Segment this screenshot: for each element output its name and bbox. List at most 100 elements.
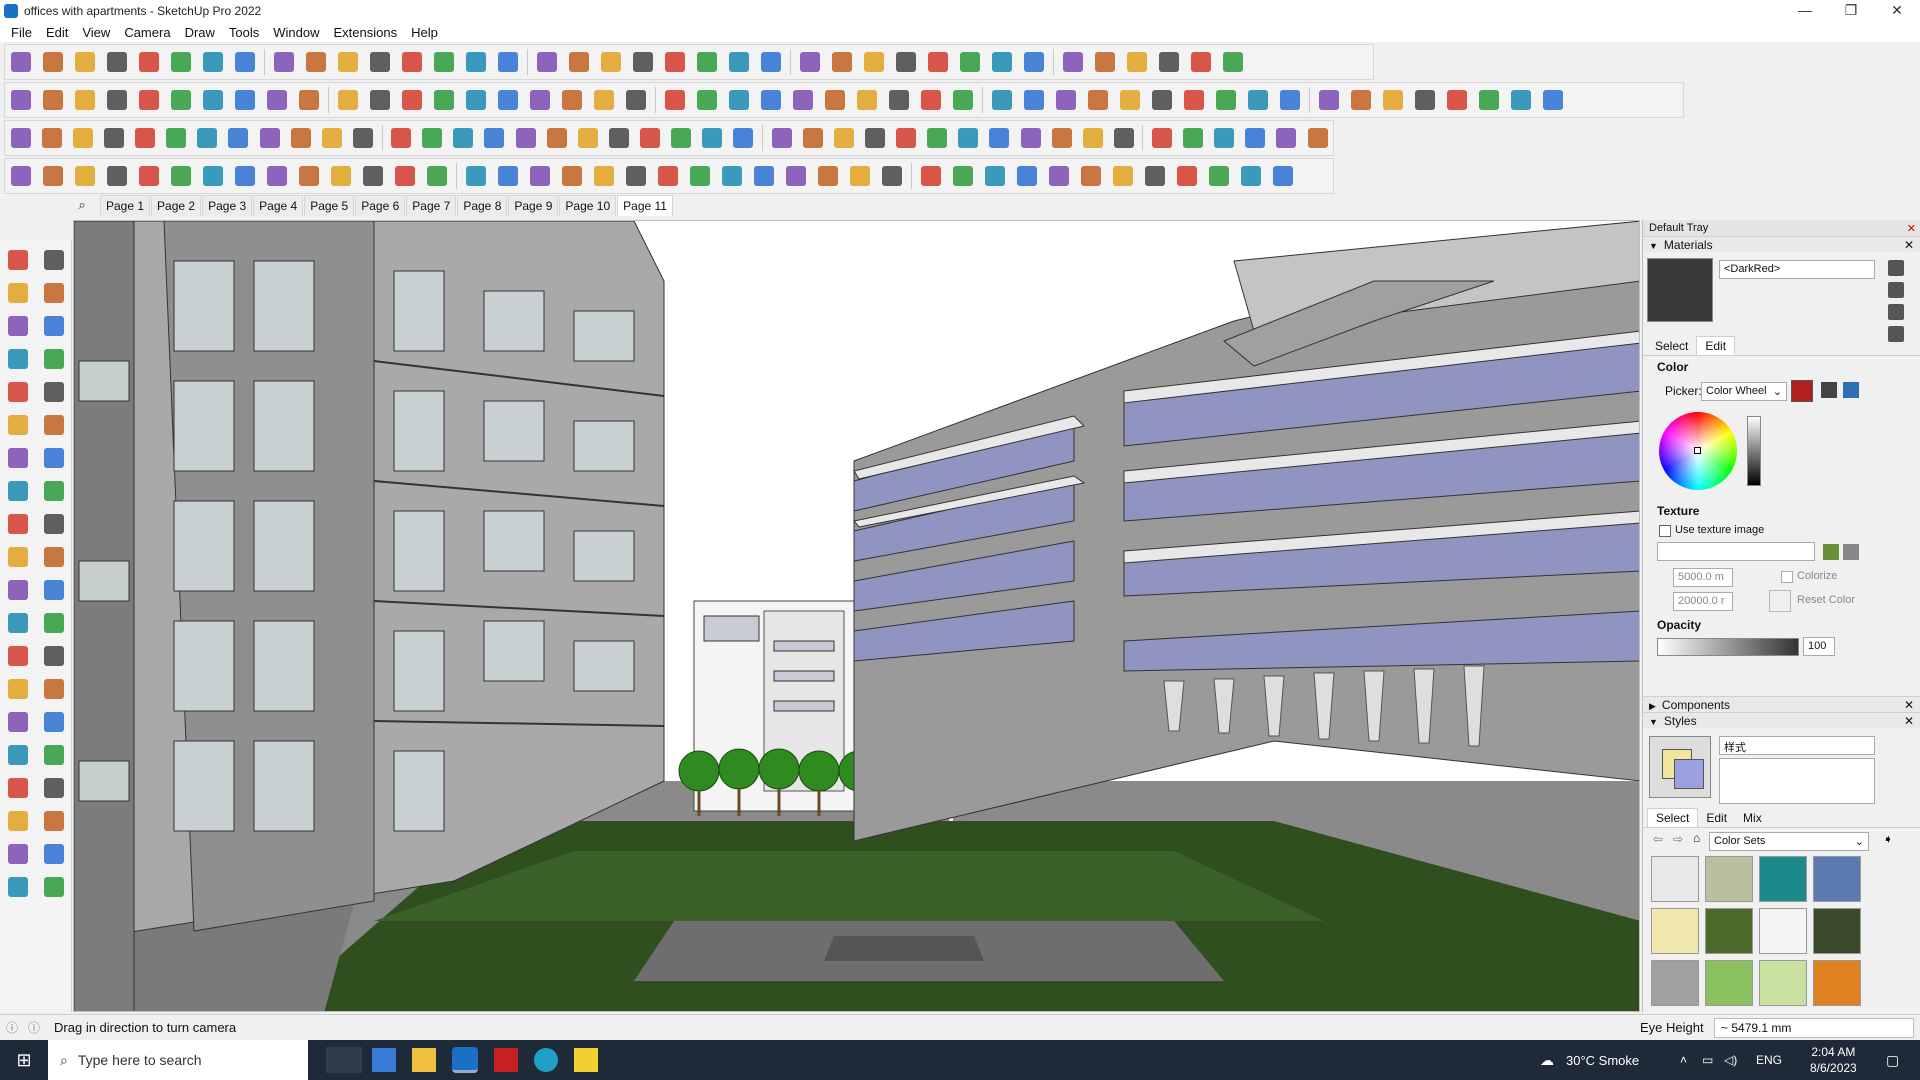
scene-tab-page-4[interactable]: Page 4 <box>253 194 304 216</box>
toolbar-tool-icon[interactable] <box>493 85 523 115</box>
toolbar-tool-icon[interactable] <box>1172 161 1202 191</box>
toolbar-tool-icon[interactable] <box>604 123 633 153</box>
toolbar-tool-icon[interactable] <box>480 123 509 153</box>
materials-tab-select[interactable]: Select <box>1647 337 1696 355</box>
toolbar-tool-icon[interactable] <box>286 123 315 153</box>
toolbar-tool-icon[interactable] <box>301 47 331 77</box>
style-collection-select[interactable]: Color Sets ⌄ <box>1709 832 1869 851</box>
home-icon[interactable]: ⌂ <box>1693 831 1700 845</box>
toolbar-tool-icon[interactable] <box>859 47 889 77</box>
toolbar-tool-icon[interactable] <box>317 123 346 153</box>
toolbar-tool-icon[interactable] <box>596 47 626 77</box>
edit-texture-icon[interactable] <box>1843 544 1859 560</box>
left-palette-tool-icon[interactable] <box>38 344 70 374</box>
left-palette-tool-icon[interactable] <box>2 641 34 671</box>
paint-bucket-icon[interactable] <box>1888 326 1904 342</box>
toolbar-tool-icon[interactable] <box>365 85 395 115</box>
brightness-slider[interactable] <box>1747 416 1761 486</box>
left-palette-tool-icon[interactable] <box>38 575 70 605</box>
toolbar-tool-icon[interactable] <box>429 47 459 77</box>
toolbar-tool-icon[interactable] <box>729 123 758 153</box>
toolbar-tool-icon[interactable] <box>365 47 395 77</box>
toolbar-tool-icon[interactable] <box>1241 123 1270 153</box>
toolbar-tool-icon[interactable] <box>1078 123 1107 153</box>
toolbar-tool-icon[interactable] <box>461 85 491 115</box>
left-palette-tool-icon[interactable] <box>2 542 34 572</box>
toolbar-tool-icon[interactable] <box>660 85 690 115</box>
toolbar-tool-icon[interactable] <box>767 123 796 153</box>
toolbar-tool-icon[interactable] <box>884 85 914 115</box>
color-wheel[interactable] <box>1659 412 1737 490</box>
measurement-field[interactable]: ~ 5479.1 mm <box>1714 1018 1914 1038</box>
scene-tab-page-5[interactable]: Page 5 <box>304 194 355 216</box>
toolbar-tool-icon[interactable] <box>781 161 811 191</box>
sketchup-taskbar-icon[interactable] <box>452 1047 478 1073</box>
left-palette-tool-icon[interactable] <box>38 245 70 275</box>
left-palette-tool-icon[interactable] <box>38 476 70 506</box>
toolbar-tool-icon[interactable] <box>38 161 68 191</box>
toolbar-tool-icon[interactable] <box>877 161 907 191</box>
toolbar-tool-icon[interactable] <box>573 123 602 153</box>
toolbar-tool-icon[interactable] <box>37 123 66 153</box>
toolbar-tool-icon[interactable] <box>724 47 754 77</box>
style-thumbnail[interactable] <box>1651 960 1699 1006</box>
toolbar-tool-icon[interactable] <box>269 47 299 77</box>
left-palette-tool-icon[interactable] <box>38 740 70 770</box>
toolbar-tool-icon[interactable] <box>1140 161 1170 191</box>
toolbar-tool-icon[interactable] <box>1314 85 1344 115</box>
scene-tab-page-7[interactable]: Page 7 <box>406 194 457 216</box>
style-thumbnail[interactable] <box>1813 908 1861 954</box>
edge-browser-icon[interactable] <box>534 1048 558 1072</box>
toolbar-tool-icon[interactable] <box>449 123 478 153</box>
styles-tab-select[interactable]: Select <box>1647 808 1699 827</box>
task-view-icon[interactable] <box>326 1047 362 1073</box>
toolbar-tool-icon[interactable] <box>724 85 754 115</box>
components-close-icon[interactable]: ✕ <box>1904 698 1914 712</box>
weather-icon[interactable]: ☁ <box>1540 1052 1554 1069</box>
toolbar-tool-icon[interactable] <box>1538 85 1568 115</box>
style-thumbnail[interactable] <box>1759 856 1807 902</box>
left-palette-tool-icon[interactable] <box>2 443 34 473</box>
toolbar-tool-icon[interactable] <box>557 161 587 191</box>
menu-edit[interactable]: Edit <box>39 25 75 40</box>
close-button[interactable]: ✕ <box>1874 0 1920 22</box>
toolbar-tool-icon[interactable] <box>525 161 555 191</box>
toolbar-tool-icon[interactable] <box>70 161 100 191</box>
toolbar-tool-icon[interactable] <box>1154 47 1184 77</box>
toolbar-tool-icon[interactable] <box>198 161 228 191</box>
toolbar-tool-icon[interactable] <box>788 85 818 115</box>
styles-close-icon[interactable]: ✕ <box>1904 714 1914 728</box>
toolbar-tool-icon[interactable] <box>390 161 420 191</box>
menu-draw[interactable]: Draw <box>178 25 222 40</box>
taskbar-search[interactable]: ⌕ Type here to search <box>48 1040 308 1080</box>
left-palette-tool-icon[interactable] <box>2 575 34 605</box>
toolbar-tool-icon[interactable] <box>461 161 491 191</box>
network-icon[interactable]: ▭ <box>1702 1053 1713 1067</box>
style-thumbnail[interactable] <box>1759 908 1807 954</box>
scene-tab-page-2[interactable]: Page 2 <box>151 194 202 216</box>
menu-help[interactable]: Help <box>404 25 445 40</box>
menu-extensions[interactable]: Extensions <box>327 25 405 40</box>
opacity-value-field[interactable]: 100 <box>1803 637 1835 656</box>
menu-view[interactable]: View <box>75 25 117 40</box>
toolbar-tool-icon[interactable] <box>348 123 377 153</box>
left-palette-tool-icon[interactable] <box>38 641 70 671</box>
toolbar-tool-icon[interactable] <box>461 47 491 77</box>
maximize-button[interactable]: ❐ <box>1828 0 1874 22</box>
toolbar-tool-icon[interactable] <box>397 47 427 77</box>
styles-tab-mix[interactable]: Mix <box>1735 809 1770 827</box>
toolbar-tool-icon[interactable] <box>294 85 324 115</box>
left-palette-tool-icon[interactable] <box>38 608 70 638</box>
toolbar-tool-icon[interactable] <box>717 161 747 191</box>
menu-file[interactable]: File <box>4 25 39 40</box>
toolbar-tool-icon[interactable] <box>102 161 132 191</box>
toolbar-tool-icon[interactable] <box>198 85 228 115</box>
toolbar-tool-icon[interactable] <box>6 161 36 191</box>
toolbar-tool-icon[interactable] <box>1236 161 1266 191</box>
toolbar-tool-icon[interactable] <box>985 123 1014 153</box>
toolbar-tool-icon[interactable] <box>262 85 292 115</box>
file-explorer-icon[interactable] <box>412 1048 436 1072</box>
tray-close-icon[interactable]: ✕ <box>1907 222 1916 235</box>
left-palette-tool-icon[interactable] <box>2 344 34 374</box>
menu-camera[interactable]: Camera <box>117 25 177 40</box>
